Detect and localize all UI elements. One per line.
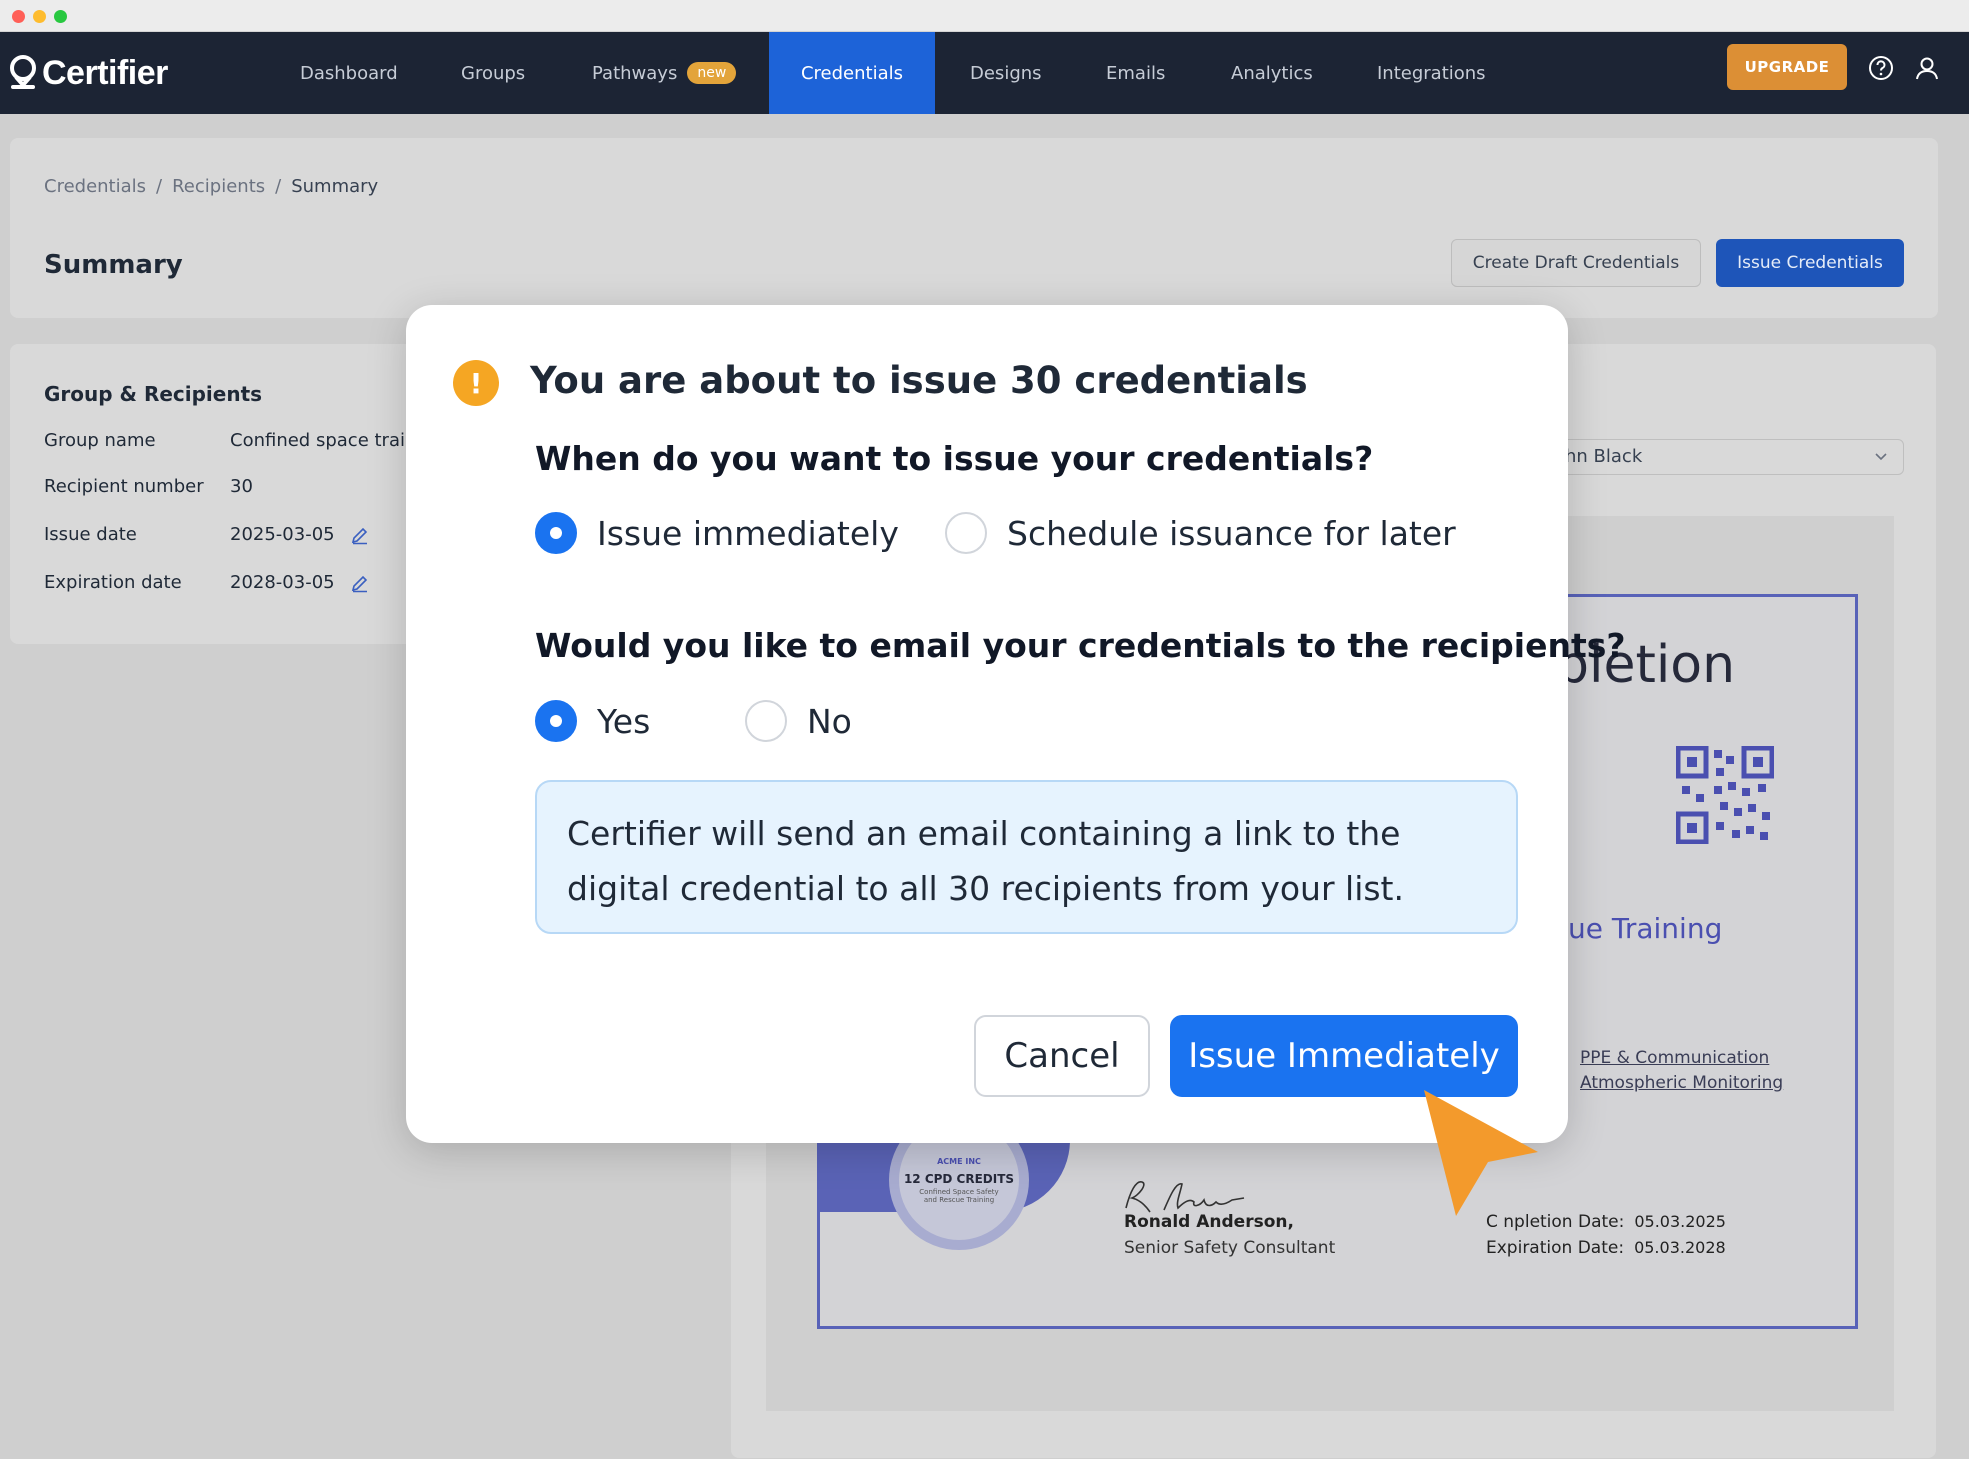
nav-credentials[interactable]: Credentials [769,32,935,114]
issue-date-label: Issue date [44,524,137,545]
email-info-box: Certifier will send an email containing … [535,780,1518,934]
window-close-button[interactable] [12,10,25,23]
issue-immediately-button[interactable]: Issue Immediately [1170,1015,1518,1097]
recipient-select[interactable]: hn Black [1520,439,1904,475]
expiration-date-label: Expiration date [44,572,182,593]
email-yes-radio[interactable] [535,700,577,742]
window-titlebar [0,0,1969,32]
top-navigation: Certifier Dashboard Groups Pathways new … [0,32,1969,114]
issue-credentials-button[interactable]: Issue Credentials [1716,239,1904,287]
issue-immediately-option[interactable]: Issue immediately [535,512,899,554]
signer-role: Senior Safety Consultant [1124,1238,1336,1258]
group-recipients-title: Group & Recipients [44,382,263,406]
certifier-logo-icon [10,55,36,89]
issue-credentials-dialog: ! You are about to issue 30 credentials … [406,305,1626,1143]
user-icon[interactable] [1913,54,1941,82]
nav-designs[interactable]: Designs [970,32,1042,114]
issue-immediately-label: Issue immediately [597,513,899,553]
issue-timing-question: When do you want to issue your credentia… [535,439,1374,478]
logo-text: Certifier [42,53,168,92]
nav-pathways-label: Pathways [592,62,678,84]
completion-date-value: 05.03.2025 [1634,1212,1726,1231]
email-no-radio[interactable] [745,700,787,742]
seal-subtitle: Confined Space Safety and Rescue Trainin… [919,1187,999,1204]
nav-integrations[interactable]: Integrations [1377,32,1486,114]
edit-pencil-icon[interactable] [350,525,370,545]
nav-dashboard-label: Dashboard [300,62,398,84]
seal-cpd-credits: 12 CPD CREDITS [903,1171,1015,1186]
certificate-link-atmospheric[interactable]: Atmospheric Monitoring [1580,1073,1783,1093]
nav-designs-label: Designs [970,62,1042,84]
nav-emails[interactable]: Emails [1106,32,1165,114]
group-recipients-card: Group & Recipients Group name Confined s… [10,344,430,644]
qr-code-icon [1676,746,1774,844]
page-title: Summary [44,250,183,280]
certificate-course-name: ue Training [1568,912,1723,945]
upgrade-button[interactable]: UPGRADE [1727,44,1847,90]
recipient-number-label: Recipient number [44,476,204,497]
nav-integrations-label: Integrations [1377,62,1486,84]
nav-analytics[interactable]: Analytics [1231,32,1313,114]
seal-org: ACME INC [937,1156,981,1166]
nav-credentials-label: Credentials [800,62,904,84]
nav-groups-label: Groups [461,62,526,84]
expiration-date-cert-row: Expiration Date: 05.03.2028 [1486,1238,1726,1258]
window-zoom-button[interactable] [54,10,67,23]
chevron-down-icon [1875,453,1887,461]
help-circle-icon[interactable] [1867,54,1895,82]
window-minimize-button[interactable] [33,10,46,23]
create-draft-credentials-button[interactable]: Create Draft Credentials [1451,239,1701,287]
breadcrumb-summary: Summary [291,176,379,197]
cancel-button[interactable]: Cancel [974,1015,1150,1097]
email-no-option[interactable]: No [745,700,852,742]
breadcrumb-separator: / [156,176,163,197]
cert-expiration-label: Expiration Date: [1486,1238,1625,1258]
nav-pathways[interactable]: Pathways new [592,32,737,114]
nav-emails-label: Emails [1106,62,1166,84]
nav-groups[interactable]: Groups [461,32,525,114]
edit-pencil-icon[interactable] [350,573,370,593]
recipient-number-value: 30 [230,476,253,497]
issue-immediately-radio[interactable] [535,512,577,554]
expiration-date-value: 2028-03-05 [230,572,335,593]
breadcrumb: Credentials / Recipients / Summary [44,176,378,197]
schedule-later-radio[interactable] [945,512,987,554]
expiration-date-row: 2028-03-05 [230,572,370,593]
email-question: Would you like to email your credentials… [535,626,1626,665]
dialog-title: You are about to issue 30 credentials [530,359,1308,402]
schedule-later-label: Schedule issuance for later [1007,513,1456,553]
breadcrumb-credentials[interactable]: Credentials [44,176,146,197]
nav-dashboard[interactable]: Dashboard [300,32,398,114]
header-card: Credentials / Recipients / Summary Summary C… [10,138,1938,318]
email-yes-option[interactable]: Yes [535,700,650,742]
nav-analytics-label: Analytics [1231,62,1313,84]
email-yes-label: Yes [597,701,651,741]
cert-expiration-value: 05.03.2028 [1634,1238,1726,1257]
signer-name: Ronald Anderson, [1124,1212,1294,1232]
issue-date-value: 2025-03-05 [230,524,335,545]
certifier-logo[interactable]: Certifier [8,46,168,100]
certificate-link-ppe[interactable]: PPE & Communication [1580,1048,1769,1068]
breadcrumb-recipients[interactable]: Recipients [172,176,265,197]
schedule-later-option[interactable]: Schedule issuance for later [945,512,1456,554]
email-no-label: No [807,701,852,741]
issue-date-row: 2025-03-05 [230,524,370,545]
new-badge: new [687,62,737,84]
warning-icon: ! [453,360,499,406]
recipient-select-value: hn Black [1565,446,1643,467]
group-name-label: Group name [44,430,156,451]
group-name-value: Confined space traini [230,430,422,451]
breadcrumb-separator: / [275,176,282,197]
mouse-cursor-icon [1424,1090,1538,1216]
